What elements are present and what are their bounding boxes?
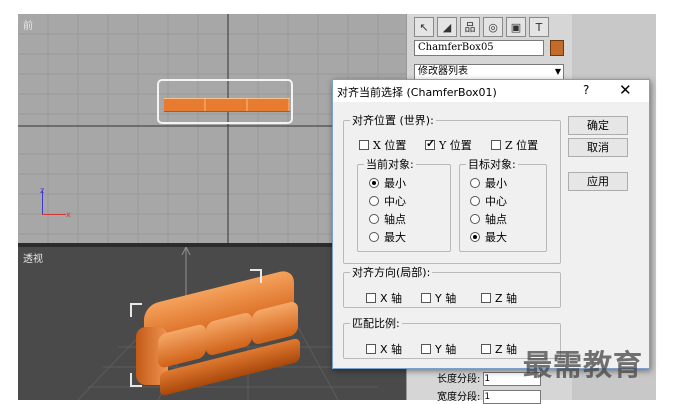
align-position-legend: 对齐位置 (世界): (352, 114, 434, 127)
radio-circle[interactable] (470, 178, 480, 188)
y-axis-label: Y 轴 (435, 292, 457, 305)
target-object-option-label: 最大 (485, 231, 507, 244)
target-object-radio-2[interactable]: 轴点 (470, 211, 507, 227)
radio-circle[interactable] (470, 214, 480, 224)
z-position-checkbox[interactable]: Z 位置 (491, 137, 538, 153)
current-object-option-label: 最小 (384, 177, 406, 190)
checkbox-box[interactable] (481, 293, 491, 303)
y-position-label: Y 位置 (439, 139, 472, 152)
selection-bracket (250, 269, 262, 283)
chevron-down-icon: ▼ (554, 67, 561, 76)
object-name-field[interactable]: ChamferBox05 (414, 40, 544, 56)
align-orientation-legend: 对齐方向(局部): (352, 266, 431, 279)
target-object-radio-3[interactable]: 最大 (470, 229, 507, 245)
object-color-swatch[interactable] (550, 40, 564, 56)
z-axis-scale-checkbox[interactable]: Z 轴 (481, 341, 517, 357)
checkbox-box[interactable] (359, 140, 369, 150)
checkbox-box[interactable] (421, 293, 431, 303)
x-position-label: X 位置 (373, 139, 407, 152)
target-object-option-label: 最小 (485, 177, 507, 190)
y-axis-label: Y 轴 (435, 343, 457, 356)
motion-icon[interactable]: ◎ (483, 17, 503, 37)
current-object-option-label: 轴点 (384, 213, 406, 226)
current-object-radio-1[interactable]: 中心 (369, 193, 406, 209)
align-selection-dialog: 对齐当前选择 (ChamferBox01) ? ✕ 对齐位置 (世界): X 位… (332, 79, 650, 369)
checkbox-box[interactable] (366, 344, 376, 354)
utilities-icon[interactable]: T (529, 17, 549, 37)
hierarchy-icon[interactable]: 品 (460, 17, 480, 37)
help-button[interactable]: ? (583, 83, 589, 97)
target-object-radio-0[interactable]: 最小 (470, 175, 507, 191)
target-object-legend: 目标对象: (468, 158, 516, 171)
match-scale-legend: 匹配比例: (352, 317, 400, 330)
cancel-button[interactable]: 取消 (568, 138, 628, 157)
checkbox-box[interactable] (481, 344, 491, 354)
checkbox-box[interactable] (425, 137, 435, 150)
axis-gizmo: z x (40, 186, 71, 219)
modifier-list-label: 修改器列表 (418, 66, 468, 77)
z-position-label: Z 位置 (505, 139, 539, 152)
selection-bracket (130, 303, 142, 317)
x-axis-scale-checkbox[interactable]: X 轴 (366, 341, 402, 357)
x-position-checkbox[interactable]: X 位置 (359, 137, 406, 153)
x-axis-orientation-checkbox[interactable]: X 轴 (366, 290, 402, 306)
current-object-radio-2[interactable]: 轴点 (369, 211, 406, 227)
radio-circle[interactable] (369, 196, 379, 206)
checkbox-box[interactable] (421, 344, 431, 354)
dialog-title: 对齐当前选择 (ChamferBox01) (337, 86, 497, 99)
param-label: 长度分段: (437, 374, 481, 385)
sofa-3d[interactable] (136, 268, 306, 397)
width-segments-spinner[interactable]: 1 (483, 390, 542, 404)
target-object-option-label: 轴点 (485, 213, 507, 226)
modify-icon[interactable]: ◢ (437, 17, 457, 37)
radio-circle[interactable] (470, 232, 480, 242)
dialog-titlebar[interactable]: 对齐当前选择 (ChamferBox01) ? ✕ (333, 80, 649, 102)
modifier-list-dropdown[interactable]: 修改器列表 ▼ (414, 64, 564, 80)
param-label: 宽度分段: (437, 392, 481, 403)
y-axis-scale-checkbox[interactable]: Y 轴 (421, 341, 456, 357)
y-position-checkbox[interactable]: Y 位置 (425, 137, 472, 153)
current-object-option-label: 中心 (384, 195, 406, 208)
y-axis-orientation-checkbox[interactable]: Y 轴 (421, 290, 456, 306)
target-object-radio-1[interactable]: 中心 (470, 193, 507, 209)
radio-circle[interactable] (470, 196, 480, 206)
selection-bracket (130, 373, 142, 387)
sofa-front-view[interactable] (164, 98, 290, 112)
checkbox-box[interactable] (366, 293, 376, 303)
radio-circle[interactable] (369, 232, 379, 242)
current-object-radio-3[interactable]: 最大 (369, 229, 406, 245)
x-axis-label: X 轴 (380, 292, 403, 305)
checkbox-box[interactable] (491, 140, 501, 150)
z-axis-orientation-checkbox[interactable]: Z 轴 (481, 290, 517, 306)
close-icon[interactable]: ✕ (619, 81, 632, 99)
radio-circle[interactable] (369, 214, 379, 224)
ok-button[interactable]: 确定 (568, 116, 628, 135)
z-axis-label: Z 轴 (495, 343, 518, 356)
z-axis-label: Z 轴 (495, 292, 518, 305)
radio-circle[interactable] (369, 178, 379, 188)
current-object-legend: 当前对象: (366, 158, 414, 171)
display-icon[interactable]: ▣ (506, 17, 526, 37)
current-object-radio-0[interactable]: 最小 (369, 175, 406, 191)
create-icon[interactable]: ↖ (414, 17, 434, 37)
width-segments-row: 宽度分段: 1 (437, 388, 542, 404)
watermark-text: 最需教育 (523, 348, 644, 382)
current-object-option-label: 最大 (384, 231, 406, 244)
apply-button[interactable]: 应用 (568, 172, 628, 191)
x-axis-label: X 轴 (380, 343, 403, 356)
target-object-option-label: 中心 (485, 195, 507, 208)
